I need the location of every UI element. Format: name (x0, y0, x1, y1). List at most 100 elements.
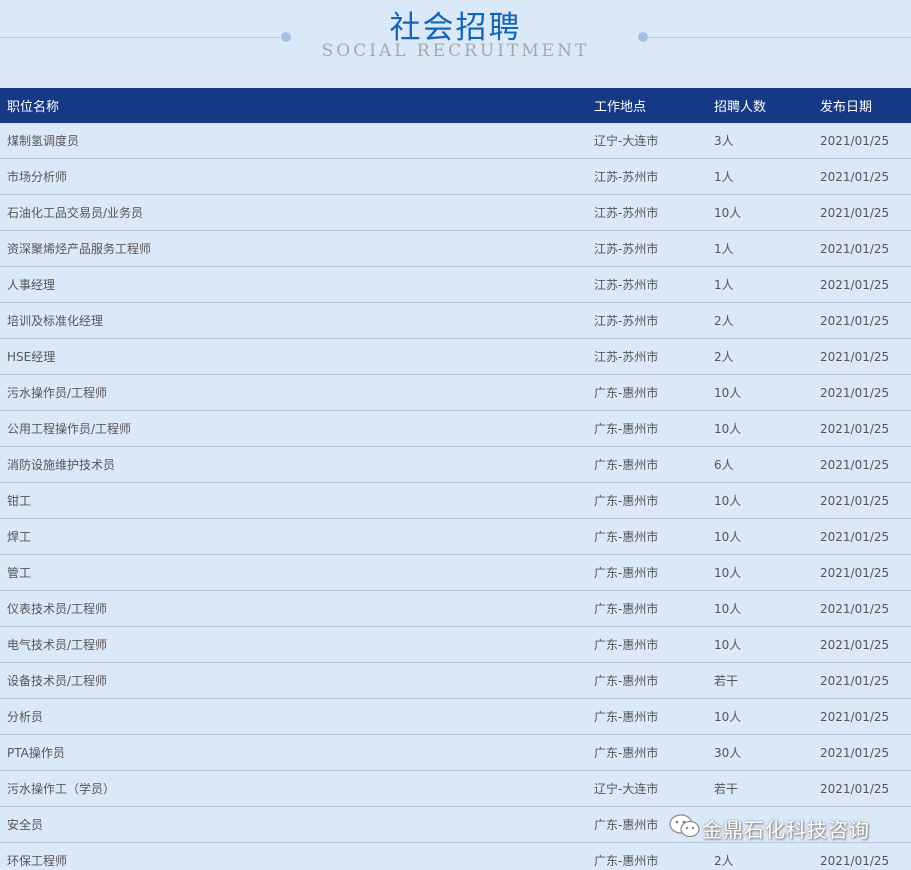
jobs-table-body: 煤制氢调度员 辽宁-大连市 3人 2021/01/25 市场分析师 江苏-苏州市 1人 202… (0, 123, 911, 870)
table-row[interactable]: 电气技术员/工程师 广东-惠州市 10人 2021/01/25 (0, 626, 911, 663)
location-cell: 广东-惠州市 (587, 662, 707, 699)
headcount-cell: 10人 (707, 410, 813, 447)
date-cell: 2021/01/25 (813, 698, 911, 735)
location-cell: 广东-惠州市 (587, 590, 707, 627)
date-cell: 2021/01/25 (813, 518, 911, 555)
job-title-cell[interactable]: 仪表技术员/工程师 (0, 590, 587, 627)
table-row[interactable]: 环保工程师 广东-惠州市 2人 2021/01/25 (0, 842, 911, 870)
wechat-icon (668, 813, 702, 843)
headcount-cell: 10人 (707, 194, 813, 231)
job-title-cell[interactable]: 人事经理 (0, 266, 587, 303)
date-cell: 2021/01/25 (813, 123, 911, 159)
headcount-cell: 10人 (707, 554, 813, 591)
location-cell: 辽宁-大连市 (587, 770, 707, 807)
job-title-cell[interactable]: 公用工程操作员/工程师 (0, 410, 587, 447)
headcount-cell: 1人 (707, 158, 813, 195)
table-row[interactable]: 市场分析师 江苏-苏州市 1人 2021/01/25 (0, 158, 911, 195)
location-cell: 江苏-苏州市 (587, 302, 707, 339)
jobs-table: 职位名称 工作地点 招聘人数 发布日期 煤制氢调度员 辽宁-大连市 3人 2021/0… (0, 88, 911, 870)
date-cell: 2021/01/25 (813, 590, 911, 627)
job-title-cell[interactable]: 消防设施维护技术员 (0, 446, 587, 483)
table-row[interactable]: 资深聚烯烃产品服务工程师 江苏-苏州市 1人 2021/01/25 (0, 230, 911, 267)
table-row[interactable]: 管工 广东-惠州市 10人 2021/01/25 (0, 554, 911, 591)
job-title-cell[interactable]: 煤制氢调度员 (0, 123, 587, 159)
date-cell: 2021/01/25 (813, 554, 911, 591)
table-row[interactable]: 分析员 广东-惠州市 10人 2021/01/25 (0, 698, 911, 735)
location-cell: 广东-惠州市 (587, 842, 707, 870)
table-row[interactable]: PTA操作员 广东-惠州市 30人 2021/01/25 (0, 734, 911, 771)
job-title-cell[interactable]: 污水操作员/工程师 (0, 374, 587, 411)
location-cell: 广东-惠州市 (587, 482, 707, 519)
date-cell: 2021/01/25 (813, 230, 911, 267)
headcount-cell: 若干 (707, 770, 813, 807)
column-header-position: 职位名称 (7, 100, 60, 115)
date-cell: 2021/01/25 (813, 734, 911, 771)
date-cell: 2021/01/25 (813, 770, 911, 807)
location-cell: 广东-惠州市 (587, 626, 707, 663)
job-title-cell[interactable]: 设备技术员/工程师 (0, 662, 587, 699)
table-row[interactable]: 仪表技术员/工程师 广东-惠州市 10人 2021/01/25 (0, 590, 911, 627)
table-row[interactable]: HSE经理 江苏-苏州市 2人 2021/01/25 (0, 338, 911, 375)
headcount-cell: 若干 (707, 662, 813, 699)
headcount-cell: 10人 (707, 482, 813, 519)
table-row[interactable]: 公用工程操作员/工程师 广东-惠州市 10人 2021/01/25 (0, 410, 911, 447)
table-row[interactable]: 污水操作员/工程师 广东-惠州市 10人 2021/01/25 (0, 374, 911, 411)
headcount-cell: 10人 (707, 518, 813, 555)
table-row[interactable]: 培训及标准化经理 江苏-苏州市 2人 2021/01/25 (0, 302, 911, 339)
job-title-cell[interactable]: 石油化工品交易员/业务员 (0, 194, 587, 231)
headcount-cell: 10人 (707, 590, 813, 627)
headcount-cell: 1人 (707, 230, 813, 267)
table-row[interactable]: 人事经理 江苏-苏州市 1人 2021/01/25 (0, 266, 911, 303)
headcount-cell: 10人 (707, 626, 813, 663)
location-cell: 江苏-苏州市 (587, 158, 707, 195)
table-row[interactable]: 污水操作工（学员） 辽宁-大连市 若干 2021/01/25 (0, 770, 911, 807)
headcount-cell: 6人 (707, 446, 813, 483)
watermark: 金鼎石化科技咨询 (668, 813, 870, 843)
job-title-cell[interactable]: 市场分析师 (0, 158, 587, 195)
headcount-cell: 30人 (707, 734, 813, 771)
date-cell: 2021/01/25 (813, 410, 911, 447)
location-cell: 广东-惠州市 (587, 698, 707, 735)
job-title-cell[interactable]: 焊工 (0, 518, 587, 555)
job-title-cell[interactable]: 安全员 (0, 806, 587, 843)
job-title-cell[interactable]: 管工 (0, 554, 587, 591)
table-row[interactable]: 钳工 广东-惠州市 10人 2021/01/25 (0, 482, 911, 519)
headcount-cell: 1人 (707, 266, 813, 303)
column-header-headcount: 招聘人数 (714, 100, 767, 115)
date-cell: 2021/01/25 (813, 158, 911, 195)
date-cell: 2021/01/25 (813, 338, 911, 375)
page-subtitle: SOCIAL RECRUITMENT (321, 41, 590, 61)
job-title-cell[interactable]: HSE经理 (0, 338, 587, 375)
date-cell: 2021/01/25 (813, 374, 911, 411)
column-header-date: 发布日期 (820, 100, 873, 115)
location-cell: 广东-惠州市 (587, 554, 707, 591)
location-cell: 广东-惠州市 (587, 446, 707, 483)
job-title-cell[interactable]: 分析员 (0, 698, 587, 735)
job-title-cell[interactable]: PTA操作员 (0, 734, 587, 771)
job-title-cell[interactable]: 资深聚烯烃产品服务工程师 (0, 230, 587, 267)
location-cell: 江苏-苏州市 (587, 230, 707, 267)
headcount-cell: 2人 (707, 302, 813, 339)
location-cell: 辽宁-大连市 (587, 123, 707, 159)
location-cell: 江苏-苏州市 (587, 194, 707, 231)
table-header-row: 职位名称 工作地点 招聘人数 发布日期 (0, 88, 911, 123)
job-title-cell[interactable]: 污水操作工（学员） (0, 770, 587, 807)
location-cell: 江苏-苏州市 (587, 338, 707, 375)
job-title-cell[interactable]: 环保工程师 (0, 842, 587, 870)
table-row[interactable]: 焊工 广东-惠州市 10人 2021/01/25 (0, 518, 911, 555)
job-title-cell[interactable]: 钳工 (0, 482, 587, 519)
table-row[interactable]: 石油化工品交易员/业务员 江苏-苏州市 10人 2021/01/25 (0, 194, 911, 231)
date-cell: 2021/01/25 (813, 446, 911, 483)
date-cell: 2021/01/25 (813, 842, 911, 870)
location-cell: 江苏-苏州市 (587, 266, 707, 303)
column-header-location: 工作地点 (594, 100, 647, 115)
job-title-cell[interactable]: 电气技术员/工程师 (0, 626, 587, 663)
location-cell: 广东-惠州市 (587, 734, 707, 771)
job-title-cell[interactable]: 培训及标准化经理 (0, 302, 587, 339)
table-row[interactable]: 设备技术员/工程师 广东-惠州市 若干 2021/01/25 (0, 662, 911, 699)
table-row[interactable]: 煤制氢调度员 辽宁-大连市 3人 2021/01/25 (0, 123, 911, 159)
table-row[interactable]: 消防设施维护技术员 广东-惠州市 6人 2021/01/25 (0, 446, 911, 483)
date-cell: 2021/01/25 (813, 662, 911, 699)
headcount-cell: 2人 (707, 338, 813, 375)
location-cell: 广东-惠州市 (587, 518, 707, 555)
